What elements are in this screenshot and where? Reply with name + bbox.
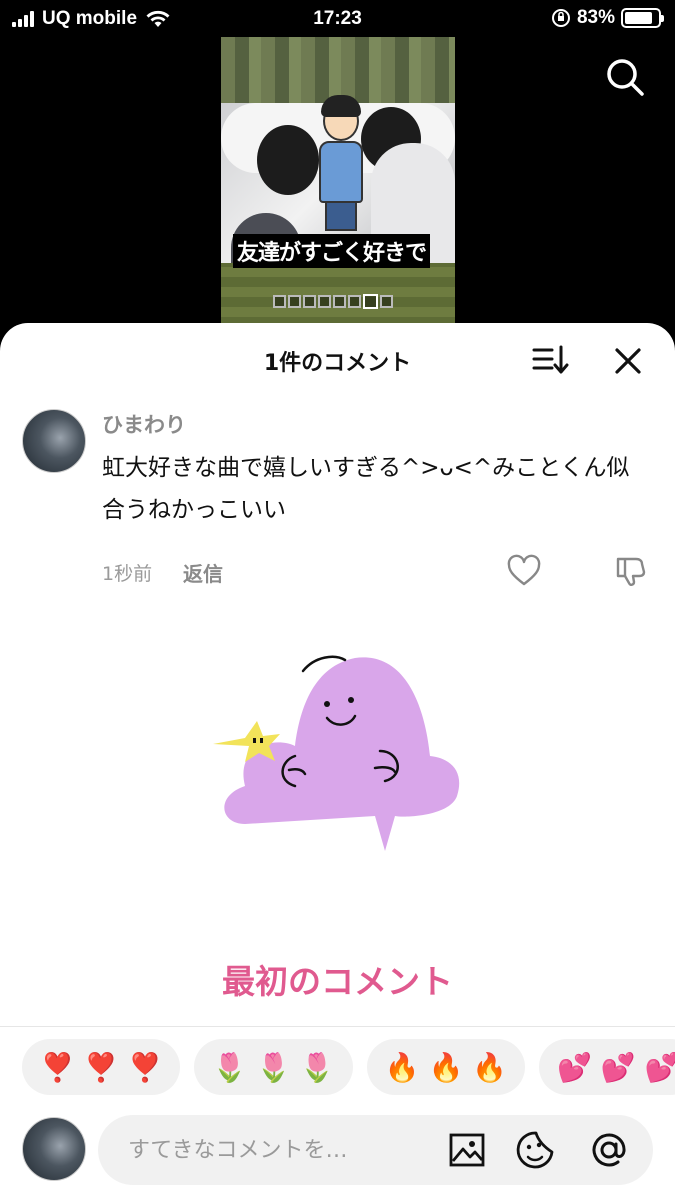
orientation-lock-icon — [551, 9, 570, 27]
comment-count-title: 1件のコメント — [263, 351, 412, 376]
battery-level — [625, 12, 652, 24]
battery-icon — [621, 8, 664, 28]
close-icon[interactable] — [608, 341, 648, 381]
search-icon[interactable] — [603, 55, 647, 99]
commenter-avatar[interactable] — [22, 409, 86, 473]
reaction-hearts[interactable]: ❣️ ❣️ ❣️ — [22, 1039, 181, 1095]
user-avatar[interactable] — [22, 1117, 86, 1181]
divider — [0, 1026, 675, 1027]
sort-icon[interactable] — [530, 343, 570, 377]
empty-comments-illustration — [213, 655, 460, 851]
image-icon[interactable] — [448, 1131, 486, 1169]
game-scene-top — [221, 37, 455, 103]
video-player[interactable]: 友達がすごく好きで — [221, 37, 455, 327]
heart-icon[interactable] — [506, 553, 542, 589]
battery-percent: 83% — [576, 7, 615, 28]
status-bar: UQ mobile 17:23 83% — [0, 0, 675, 40]
first-comment-label: 最初のコメント — [222, 962, 453, 1001]
reply-button[interactable]: 返信 — [183, 558, 223, 587]
comment-sheet: 1件のコメント ひまわり 虹大好きな曲で嬉しいすぎる^>ᴗ<^みことくん似合うね… — [0, 323, 675, 1200]
comment-input[interactable] — [128, 1129, 428, 1171]
comment-timestamp: 1秒前 — [102, 563, 153, 585]
mention-icon[interactable] — [588, 1129, 630, 1171]
reaction-two-hearts[interactable]: 💕 💕 💕 — [539, 1039, 675, 1095]
sticker-icon[interactable] — [516, 1130, 556, 1170]
cartoon-person-illustration — [315, 95, 365, 235]
thumbs-down-icon[interactable] — [612, 553, 648, 589]
reaction-fire[interactable]: 🔥 🔥 🔥 — [366, 1039, 526, 1095]
comment-input-row — [0, 1113, 675, 1193]
reaction-tulips[interactable]: 🌷 🌷 🌷 — [194, 1039, 353, 1095]
comment-input-container[interactable] — [98, 1115, 653, 1185]
game-hotbar — [273, 294, 393, 309]
quick-reactions: ❣️ ❣️ ❣️ 🌷 🌷 🌷 🔥 🔥 🔥 💕 💕 💕 — [22, 1039, 675, 1095]
comment-text: 虹大好きな曲で嬉しいすぎる^>ᴗ<^みことくん似合うねかっこいい — [102, 455, 630, 523]
comment-username[interactable]: ひまわり — [102, 409, 186, 439]
video-caption: 友達がすごく好きで — [233, 234, 431, 268]
